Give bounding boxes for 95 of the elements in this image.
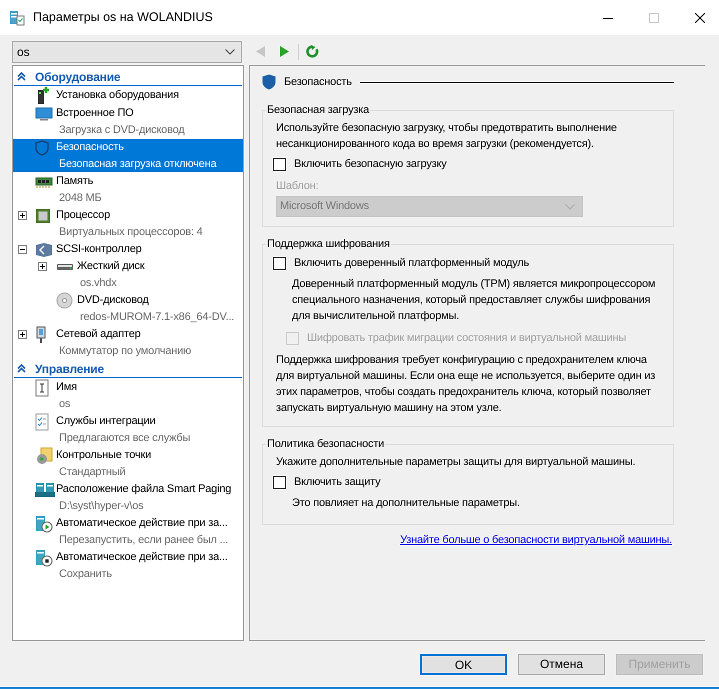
- item-label: Расположение файла Smart Paging: [56, 482, 232, 497]
- play-icon[interactable]: [280, 46, 289, 57]
- tree-item[interactable]: Безопасность Безопасная загрузка отключена: [13, 139, 243, 172]
- chip-icon: [35, 208, 51, 224]
- expand-toggle[interactable]: [18, 245, 27, 254]
- controller-icon: [35, 242, 53, 258]
- item-detail: Коммутатор по умолчанию: [58, 344, 192, 359]
- close-icon[interactable]: [695, 12, 705, 22]
- description-text: Доверенный платформенный модуль (TPM) является микропроцессором специального назначения, который предоставляет службы шифрования для вычислительной платформы.: [291, 277, 656, 324]
- tree-item[interactable]: SCSI-контроллер: [13, 241, 243, 258]
- dialog-button[interactable]: OK: [420, 654, 507, 674]
- dialog-button[interactable]: Отмена: [518, 654, 605, 674]
- item-label: Установка оборудования: [56, 88, 179, 103]
- description-text: Используйте безопасную загрузку, чтобы предотвратить выполнение несанкционированного кода во время загрузки (рекомендуется).: [276, 121, 618, 152]
- disc-icon: [56, 292, 73, 309]
- section-title: Оборудование: [35, 68, 120, 86]
- text-cursor-icon: [35, 378, 49, 396]
- app-icon: [9, 10, 25, 26]
- item-detail: os: [58, 397, 72, 412]
- item-label: Встроенное ПО: [56, 106, 135, 121]
- start-action-icon: [35, 514, 53, 532]
- tree-item[interactable]: Установка оборудования: [13, 87, 243, 104]
- tree-item[interactable]: Сетевой адаптер Коммутатор по умолчанию: [13, 326, 243, 359]
- section-heading: Безопасность: [284, 74, 352, 90]
- item-label: Автоматическое действие при за...: [56, 550, 228, 565]
- tree-item[interactable]: Контрольные точки Стандартный: [13, 447, 243, 480]
- tree-item[interactable]: Жесткий диск os.vhdx: [13, 258, 243, 291]
- item-detail: Загрузка с DVD-дисковод: [58, 123, 185, 138]
- expand-toggle[interactable]: [18, 211, 27, 220]
- tree-item[interactable]: Имя os: [13, 379, 243, 412]
- item-label: Контрольные точки: [56, 448, 152, 463]
- section-title: Управление: [35, 360, 104, 378]
- item-label: Безопасность: [56, 140, 125, 155]
- field-label: Шаблон:: [276, 179, 320, 193]
- expand-toggle[interactable]: [18, 330, 27, 339]
- group-title: Политика безопасности: [266, 437, 386, 451]
- item-detail: 2048 МБ: [58, 191, 102, 206]
- item-label: Жесткий диск: [77, 259, 144, 274]
- item-label: Службы интеграции: [56, 414, 156, 429]
- item-label: DVD-дисковод: [77, 293, 150, 308]
- learn-more-link[interactable]: Узнайте больше о безопасности виртуальной машины.: [400, 532, 672, 548]
- collapse-icon: [17, 72, 26, 81]
- item-label: Процессор: [56, 208, 111, 223]
- monitor-icon: [35, 106, 53, 122]
- item-detail: D:\syst\hyper-v\os: [58, 499, 144, 514]
- tree-item[interactable]: Автоматическое действие при за... Перезапустить, если ранее был ...: [13, 515, 243, 548]
- shield-icon: [262, 74, 276, 90]
- drive-icon: [56, 262, 74, 272]
- checklist-icon: [35, 412, 49, 430]
- item-label: Сетевой адаптер: [56, 327, 142, 342]
- refresh-icon[interactable]: [306, 45, 319, 58]
- item-detail: Сохранить: [58, 567, 113, 582]
- description-text: Это повлияет на дополнительные параметры.: [291, 496, 521, 511]
- memory-icon: [35, 176, 53, 188]
- tree-item[interactable]: Процессор Виртуальных процессоров: 4: [13, 207, 243, 240]
- item-detail: Предлагаются все службы: [58, 431, 190, 446]
- tree-item[interactable]: Расположение файла Smart Paging D:\syst\hyper-v\os: [13, 481, 243, 514]
- item-detail: os.vhdx: [79, 276, 118, 291]
- tree-item[interactable]: DVD-дисковод redos-MUROM-7.1-x86_64-DV...: [13, 292, 243, 325]
- item-detail: redos-MUROM-7.1-x86_64-DV...: [79, 310, 234, 325]
- item-label: Имя: [56, 380, 77, 395]
- section-header[interactable]: Управление: [14, 360, 242, 378]
- description-text: Поддержка шифрования требует конфигурацию с предохранителем ключа для виртуальной машины. Если она еще не используется, выберите один из этих параметров, чтобы создать предохранитель ключа, который позволяет запускать виртуальную машину на этом узле.: [276, 353, 656, 416]
- checkbox[interactable]: Включить доверенный платформенный модуль: [273, 253, 665, 273]
- tree-item[interactable]: Встроенное ПО Загрузка с DVD-дисковод: [13, 105, 243, 138]
- window-title: Параметры os на WOLANDIUS: [33, 9, 213, 26]
- dropdown-value: Microsoft Windows: [280, 199, 370, 214]
- item-detail: Виртуальных процессоров: 4: [58, 225, 203, 240]
- item-label: SCSI-контроллер: [56, 242, 142, 257]
- section-header[interactable]: Оборудование: [14, 68, 242, 86]
- chevron-down-icon: [225, 48, 235, 54]
- checkbox[interactable]: Включить защиту: [273, 472, 665, 492]
- dropdown-value: os: [17, 44, 31, 60]
- item-label: Автоматическое действие при за...: [56, 516, 228, 531]
- expand-toggle[interactable]: [38, 262, 47, 271]
- tree-item[interactable]: Автоматическое действие при за... Сохранить: [13, 549, 243, 582]
- item-detail: Стандартный: [58, 465, 126, 480]
- tree-item[interactable]: Память 2048 МБ: [13, 173, 243, 206]
- device-plus-icon: [35, 86, 51, 104]
- tree-item[interactable]: Службы интеграции Предлагаются все службы: [13, 413, 243, 446]
- item-label: Память: [56, 174, 94, 189]
- group-title: Поддержка шифрования: [266, 237, 391, 251]
- checkbox[interactable]: Включить безопасную загрузку: [273, 154, 665, 174]
- shield-icon: [35, 140, 49, 156]
- item-detail: Безопасная загрузка отключена: [58, 157, 216, 172]
- folder-clock-icon: [35, 446, 53, 464]
- chevron-down-icon: [565, 204, 575, 210]
- vm-dropdown[interactable]: os: [12, 40, 242, 62]
- item-detail: Перезапустить, если ранее был ...: [58, 533, 228, 548]
- description-text: Укажите дополнительные параметры защиты для виртуальной машины.: [276, 455, 636, 470]
- group-title: Безопасная загрузка: [266, 103, 370, 117]
- collapse-icon: [17, 364, 26, 373]
- paging-file-icon: [35, 482, 55, 498]
- stop-action-icon: [35, 548, 53, 566]
- network-adapter-icon: [35, 326, 47, 344]
